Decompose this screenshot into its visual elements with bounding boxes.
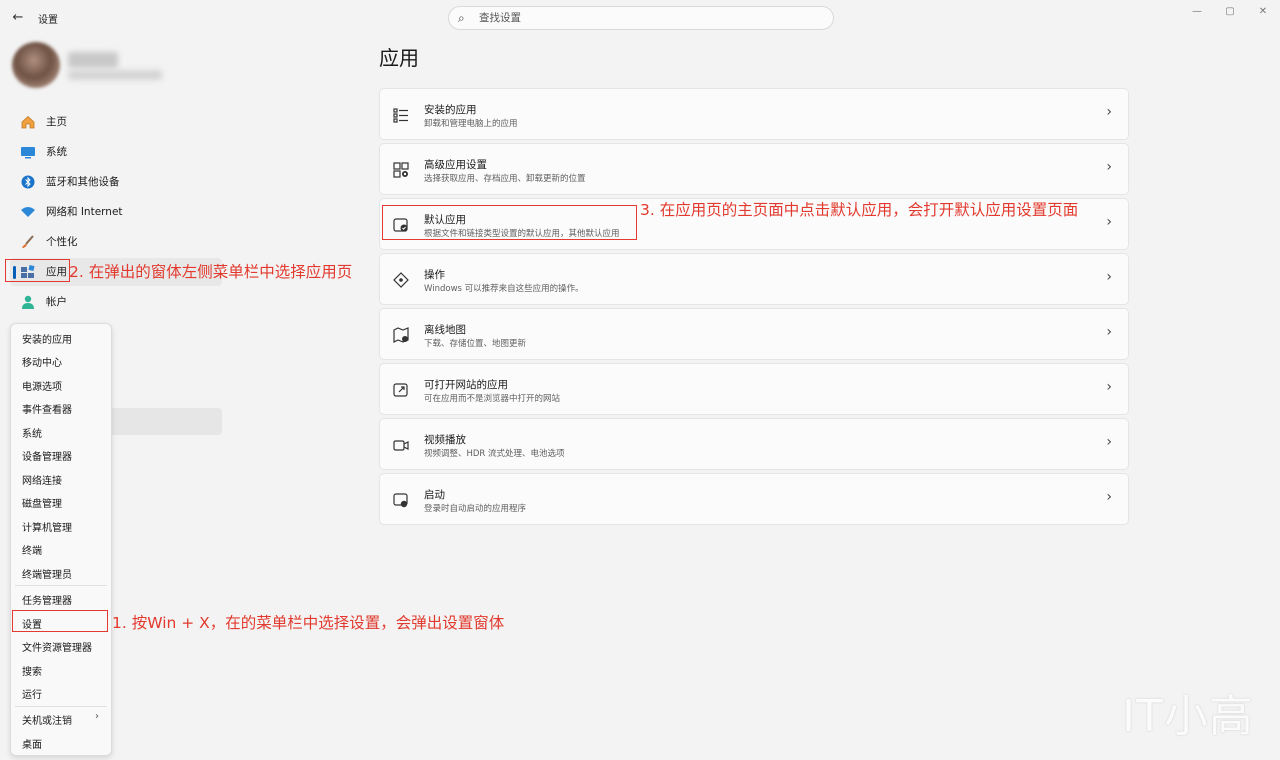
watermark: IT小高 [1122, 691, 1254, 742]
menu-item-desktop[interactable]: 桌面 [22, 736, 102, 751]
chevron-right-icon: › [1106, 434, 1112, 450]
chevron-right-icon: › [95, 711, 99, 722]
menu-item-shutdown[interactable]: 关机或注销 [22, 712, 102, 727]
chevron-right-icon: › [1106, 159, 1112, 175]
app-title: 设置 [38, 15, 58, 26]
map-icon [393, 327, 409, 343]
brush-icon [22, 235, 34, 248]
back-button[interactable]: ← [8, 8, 28, 28]
card-apps-for-websites[interactable]: 可打开网站的应用 可在应用而不是浏览器中打开的网站 › [379, 363, 1129, 415]
app-settings-icon [393, 162, 409, 178]
list-icon [393, 108, 408, 123]
menu-item-computer-management[interactable]: 计算机管理 [22, 519, 102, 534]
menu-item-power-options[interactable]: 电源选项 [22, 378, 102, 393]
search-placeholder: 查找设置 [479, 12, 521, 24]
card-title: 安装的应用 [424, 104, 477, 116]
person-icon [22, 295, 34, 309]
wifi-icon [21, 207, 35, 217]
menu-item-event-viewer[interactable]: 事件查看器 [22, 401, 102, 416]
sidebar-item-accounts[interactable]: 帐户 [10, 288, 222, 316]
sidebar-item-label: 帐户 [46, 296, 67, 308]
annotation-step3: 3. 在应用页的主页面中点击默认应用，会打开默认应用设置页面 [640, 201, 1079, 219]
menu-item-terminal-admin[interactable]: 终端管理员 [22, 566, 102, 581]
card-desc: 可在应用而不是浏览器中打开的网站 [424, 394, 561, 404]
home-icon [21, 115, 35, 129]
card-desc: 登录时自动启动的应用程序 [424, 504, 527, 514]
monitor-icon [21, 147, 35, 159]
avatar[interactable] [12, 42, 60, 88]
card-advanced-app-settings[interactable]: 高级应用设置 选择获取应用、存档应用、卸载更新的位置 › [379, 143, 1129, 195]
sidebar-item-home[interactable]: 主页 [10, 108, 222, 136]
annotation-step1: 1. 按Win + X，在的菜单栏中选择设置，会弹出设置窗体 [112, 614, 505, 632]
sidebar-item-label: 个性化 [46, 236, 78, 248]
menu-item-run[interactable]: 运行 [22, 686, 102, 701]
card-installed-apps[interactable]: 安装的应用 卸载和管理电脑上的应用 › [379, 88, 1129, 140]
minimize-button[interactable]: — [1186, 4, 1208, 20]
sidebar-item-bluetooth[interactable]: 蓝牙和其他设备 [10, 168, 222, 196]
menu-item-mobility-center[interactable]: 移动中心 [22, 354, 102, 369]
profile-name-blurred [68, 52, 118, 68]
highlight-settings [12, 610, 108, 632]
card-desc: 卸载和管理电脑上的应用 [424, 119, 518, 129]
menu-item-system[interactable]: 系统 [22, 425, 102, 440]
search-input[interactable]: ⌕ 查找设置 [448, 6, 834, 30]
menu-item-installed-apps[interactable]: 安装的应用 [22, 331, 102, 346]
menu-item-task-manager[interactable]: 任务管理器 [22, 592, 102, 607]
menu-item-terminal[interactable]: 终端 [22, 542, 102, 557]
video-camera-icon [393, 440, 409, 451]
page-title: 应用 [379, 46, 419, 70]
card-desc: 选择获取应用、存档应用、卸载更新的位置 [424, 174, 586, 184]
card-actions[interactable]: 操作 Windows 可以推荐来自这些应用的操作。 › [379, 253, 1129, 305]
chevron-right-icon: › [1106, 489, 1112, 505]
title-bar: ← 设置 ⌕ 查找设置 — ▢ ✕ [0, 0, 1280, 36]
card-title: 启动 [424, 489, 445, 501]
open-link-icon [393, 383, 408, 397]
card-title: 视频播放 [424, 434, 466, 446]
menu-item-search[interactable]: 搜索 [22, 663, 102, 678]
card-video-playback[interactable]: 视频播放 视频调整、HDR 流式处理、电池选项 › [379, 418, 1129, 470]
sidebar-item-label: 网络和 Internet [46, 206, 123, 218]
annotation-step2: 2. 在弹出的窗体左侧菜单栏中选择应用页 [69, 263, 353, 281]
search-icon: ⌕ [458, 11, 465, 25]
highlight-default-apps [382, 205, 637, 240]
menu-separator [15, 585, 107, 586]
card-startup[interactable]: 启动 登录时自动启动的应用程序 › [379, 473, 1129, 525]
card-title: 高级应用设置 [424, 159, 487, 171]
bluetooth-icon [21, 175, 35, 189]
profile-email-blurred [68, 70, 162, 80]
sidebar-item-label: 主页 [46, 116, 67, 128]
sidebar-item-system[interactable]: 系统 [10, 138, 222, 166]
card-offline-maps[interactable]: 离线地图 下载、存储位置、地图更新 › [379, 308, 1129, 360]
chevron-right-icon: › [1106, 269, 1112, 285]
menu-item-device-manager[interactable]: 设备管理器 [22, 448, 102, 463]
sidebar-item-label: 系统 [46, 146, 67, 158]
maximize-button[interactable]: ▢ [1219, 4, 1241, 20]
card-desc: Windows 可以推荐来自这些应用的操作。 [424, 284, 584, 294]
sidebar-item-label: 蓝牙和其他设备 [46, 176, 120, 188]
close-button[interactable]: ✕ [1252, 4, 1274, 20]
menu-item-file-explorer[interactable]: 文件资源管理器 [22, 639, 102, 654]
sidebar-item-network[interactable]: 网络和 Internet [10, 198, 222, 226]
chevron-right-icon: › [1106, 214, 1112, 230]
card-title: 操作 [424, 269, 445, 281]
sidebar-item-personalization[interactable]: 个性化 [10, 228, 222, 256]
card-desc: 视频调整、HDR 流式处理、电池选项 [424, 449, 565, 459]
menu-item-disk-management[interactable]: 磁盘管理 [22, 495, 102, 510]
highlight-apps [5, 259, 70, 282]
actions-icon [393, 272, 409, 288]
chevron-right-icon: › [1106, 324, 1112, 340]
startup-icon [393, 493, 408, 508]
menu-item-network-connections[interactable]: 网络连接 [22, 472, 102, 487]
winx-context-menu: 安装的应用 移动中心 电源选项 事件查看器 系统 设备管理器 网络连接 磁盘管理… [10, 323, 112, 756]
chevron-right-icon: › [1106, 104, 1112, 120]
menu-separator [15, 706, 107, 707]
chevron-right-icon: › [1106, 379, 1112, 395]
card-title: 离线地图 [424, 324, 466, 336]
card-desc: 下载、存储位置、地图更新 [424, 339, 527, 349]
card-title: 可打开网站的应用 [424, 379, 508, 391]
